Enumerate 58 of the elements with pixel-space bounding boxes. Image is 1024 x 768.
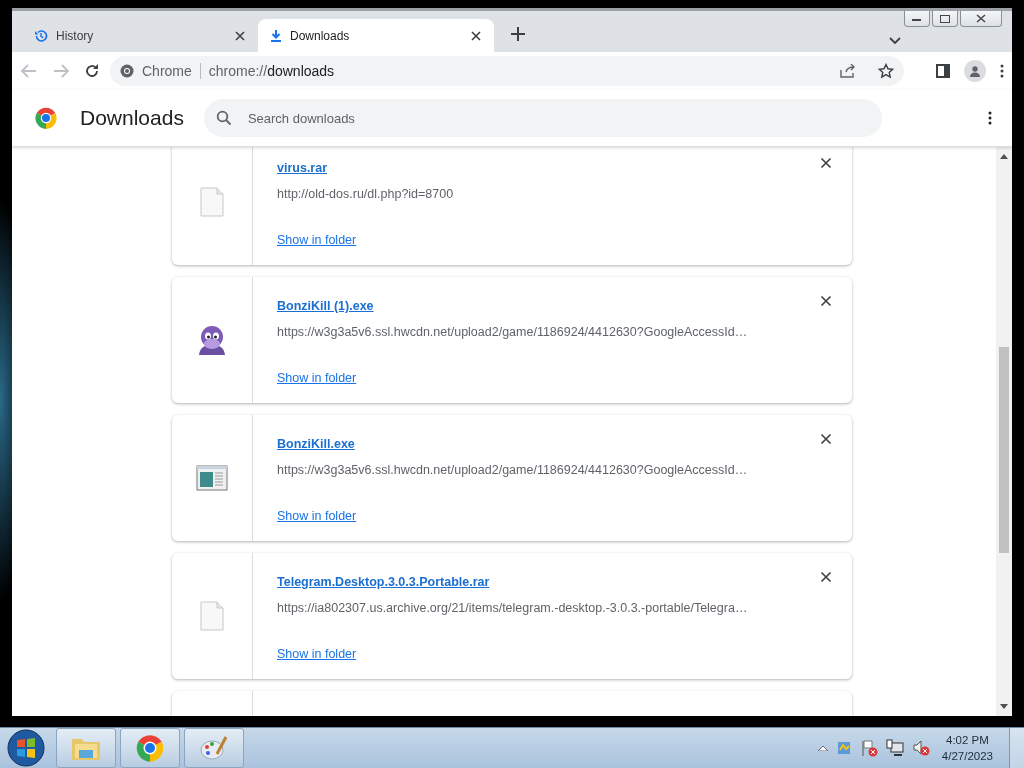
reload-icon[interactable] — [84, 63, 100, 79]
more-options-icon[interactable] — [988, 111, 992, 125]
source-url: https://w3g3a5v6.ssl.hwcdn.net/upload2/game/1186924/4412630?GoogleAccessId… — [277, 325, 748, 339]
file-name-link[interactable]: BonziKill (1).exe — [277, 299, 374, 313]
share-icon[interactable] — [840, 64, 856, 78]
scrollbar-thumb[interactable] — [999, 347, 1009, 553]
file-name-link[interactable]: BonziKill.exe — [277, 437, 355, 451]
source-url: https://ia802307.us.archive.org/21/items/telegram.-desktop.-3.0.3.-portable/Telegra… — [277, 601, 748, 615]
remove-icon[interactable] — [818, 155, 834, 171]
remove-icon[interactable] — [818, 431, 834, 447]
show-hidden-icons-icon[interactable] — [817, 745, 828, 751]
scroll-down-icon[interactable] — [1000, 704, 1008, 710]
file-name-link[interactable]: Telegram.Desktop.3.0.3.Portable.rar — [277, 575, 490, 589]
scroll-up-icon[interactable] — [1000, 153, 1008, 159]
side-panel-icon[interactable] — [936, 64, 950, 78]
volume-muted-tray-icon[interactable] — [911, 739, 930, 757]
file-icon — [200, 187, 224, 217]
show-in-folder-link[interactable]: Show in folder — [277, 509, 357, 523]
clock-date: 4/27/2023 — [941, 749, 993, 764]
close-button[interactable] — [960, 11, 1002, 27]
url-text: chrome://downloads — [208, 63, 335, 79]
show-in-folder-link[interactable]: Show in folder — [277, 647, 357, 661]
profile-avatar[interactable] — [964, 60, 986, 82]
minimize-button[interactable] — [904, 11, 930, 27]
download-icon — [270, 28, 282, 43]
chevron-down-icon[interactable] — [888, 36, 902, 46]
flag-error-tray-icon[interactable] — [859, 739, 878, 757]
browser-tab[interactable]: History — [22, 19, 258, 52]
close-icon — [976, 14, 986, 23]
source-url: https://w3g3a5v6.ssl.hwcdn.net/upload2/game/1186924/4412630?GoogleAccessId… — [277, 463, 748, 477]
maximize-button[interactable] — [932, 11, 958, 27]
page-title: Downloads — [80, 106, 184, 130]
source-url: http://old-dos.ru/dl.php?id=8700 — [277, 187, 454, 201]
more-options-icon[interactable] — [1000, 64, 1004, 78]
site-label: Chrome — [142, 63, 201, 79]
network-tray-icon[interactable] — [885, 739, 904, 757]
file-name-link[interactable]: virus.rar — [277, 161, 328, 175]
show-in-folder-link[interactable]: Show in folder — [277, 233, 357, 247]
application-window-icon — [196, 465, 228, 491]
history-icon — [34, 28, 48, 43]
creature-icon — [197, 324, 227, 356]
paint-taskbar-icon[interactable] — [184, 728, 244, 768]
address-bar[interactable]: Chrome chrome://downloads — [110, 56, 904, 86]
remove-icon[interactable] — [818, 293, 834, 309]
file-icon — [200, 601, 224, 631]
show-in-folder-link[interactable]: Show in folder — [277, 371, 357, 385]
chrome-logo-icon — [120, 64, 134, 78]
clock[interactable]: 4:02 PM 4/27/2023 — [941, 732, 993, 764]
maximize-icon — [940, 14, 950, 23]
chrome-logo-icon — [34, 106, 58, 130]
clock-time: 4:02 PM — [946, 733, 989, 748]
remove-icon[interactable] — [818, 569, 834, 585]
scrollbar[interactable] — [996, 147, 1012, 716]
search-field[interactable]: Search downloads — [203, 99, 882, 137]
browser-tab[interactable]: Downloads — [258, 19, 494, 52]
star-icon[interactable] — [878, 63, 894, 79]
chrome-taskbar-icon[interactable] — [120, 728, 180, 768]
start-button[interactable] — [6, 728, 46, 768]
